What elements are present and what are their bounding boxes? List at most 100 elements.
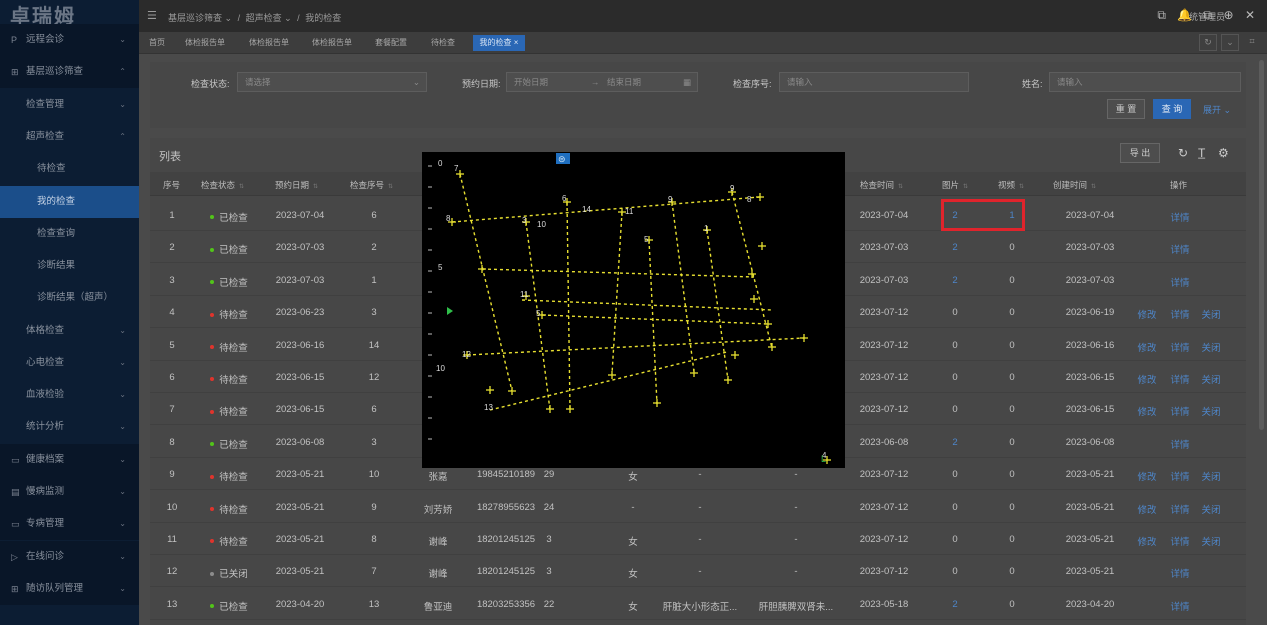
table-row[interactable]: 13 已检查 2023-04-20 13 鲁亚迪 18203253356 22 女肝脏大小形态…: [150, 587, 1246, 620]
sort-icon: ⇅: [1019, 184, 1025, 190]
tab-fullscreen-icon[interactable]: ⌗: [1243, 34, 1261, 51]
chevron-icon: ⌄: [119, 35, 126, 44]
refresh-tab-icon[interactable]: ↻: [1199, 34, 1217, 51]
screen-lock-icon[interactable]: ⧉: [1157, 8, 1166, 22]
tab-report-2[interactable]: 体检报告单: [244, 35, 294, 51]
sidebar-item[interactable]: 待检查: [0, 153, 139, 185]
query-button[interactable]: 查 询: [1153, 99, 1191, 119]
point-label: 10: [537, 220, 546, 229]
sidebar-item-label: 心电检查: [26, 357, 65, 368]
sidebar-item-label: 诊断结果（超声）: [37, 292, 114, 303]
table-row[interactable]: 10 待检查 2023-05-21 9 刘芳娇 18278955623 24- - -2023-…: [150, 490, 1246, 523]
sidebar-item-label: 体格检查: [26, 325, 65, 336]
sidebar-item-label: 血液检验: [26, 389, 65, 400]
close-link[interactable]: 关闭: [1156, 340, 1266, 354]
page-scrollbar[interactable]: [1259, 60, 1264, 430]
close-link[interactable]: 关闭: [1156, 469, 1266, 483]
sidebar-item[interactable]: 超声检查 ⌃: [0, 121, 139, 153]
col-status[interactable]: 检查状态 ⇅: [201, 179, 244, 191]
close-link[interactable]: 关闭: [1156, 307, 1266, 321]
close-link[interactable]: 关闭: [1156, 534, 1266, 548]
menu-toggle-icon[interactable]: ☰: [147, 9, 157, 22]
detail-link[interactable]: 详情: [1125, 242, 1235, 256]
nav-icon: ⊞: [11, 584, 19, 594]
sidebar-item-label: 待检查: [37, 163, 66, 174]
tab-package-config[interactable]: 套餐配置: [371, 35, 411, 51]
settings-gear-icon[interactable]: ⚙: [1218, 146, 1229, 160]
name-input[interactable]: 请输入: [1049, 72, 1241, 92]
status-dot: [210, 377, 215, 382]
col-images-label: 图片: [942, 180, 960, 190]
col-date[interactable]: 预约日期 ⇅: [275, 179, 318, 191]
status-text: 待检查: [219, 504, 248, 516]
detail-link[interactable]: 详情: [1125, 566, 1235, 580]
close-viewer-icon[interactable]: ✕: [1245, 8, 1255, 22]
close-link[interactable]: 关闭: [1156, 372, 1266, 386]
sidebar-item[interactable]: 检查管理 ⌄: [0, 89, 139, 121]
detail-link[interactable]: 详情: [1125, 599, 1235, 613]
grid-line: [521, 299, 773, 311]
table-row[interactable]: 12 已关闭 2023-05-21 7 谢峰 18201245125 3 女 - -2023-07…: [150, 555, 1246, 588]
status-text: 已检查: [219, 213, 248, 224]
status-dot: [210, 247, 215, 252]
sidebar-item[interactable]: P 远程会诊 ⌄: [0, 24, 139, 56]
cell-num: 2: [371, 242, 377, 254]
sidebar-item[interactable]: ⊞ 基层巡诊筛查 ⌃: [0, 56, 139, 88]
col-images[interactable]: 图片 ⇅: [942, 179, 968, 191]
sidebar-item-label: 慢病监测: [26, 486, 65, 497]
nav-icon: P: [11, 35, 18, 45]
status-text: 待检查: [219, 342, 248, 354]
tab-my-exams[interactable]: 我的检查 ×: [473, 35, 525, 51]
col-created[interactable]: 创建时间 ⇅: [1053, 179, 1096, 191]
col-num-label: 检查序号: [350, 180, 385, 190]
refresh-icon[interactable]: ↻: [1178, 146, 1188, 160]
point-label: 1: [704, 224, 709, 233]
sort-icon: ⇅: [239, 184, 245, 190]
point-label: 8: [747, 195, 752, 204]
tab-dropdown-icon[interactable]: ⌄: [1221, 34, 1239, 51]
col-date-label: 预约日期: [275, 180, 310, 190]
breadcrumb-item[interactable]: 基层巡诊筛查 ⌄: [168, 13, 232, 23]
sidebar-item-label: 检查查询: [37, 228, 76, 239]
tab-pending[interactable]: 待检查: [425, 35, 461, 51]
sidebar-item-label: 检查管理: [26, 99, 65, 110]
cell-num: 6: [371, 210, 377, 221]
expand-link[interactable]: 展开 ⌄: [1203, 103, 1231, 116]
point-label: 14: [582, 205, 591, 214]
cell-f1: -: [698, 469, 702, 481]
col-exam-time[interactable]: 检查时间 ⇅: [860, 179, 903, 191]
arrow-right-icon: →: [591, 77, 600, 87]
status-label: 检查状态:: [191, 79, 230, 89]
detail-link[interactable]: 详情: [1125, 437, 1235, 451]
tab-bar: 首页 体检报告单 体检报告单 体检报告单 套餐配置 待检查 我的检查 × ↻ ⌄…: [139, 32, 1267, 54]
sidebar-item-label: 专病管理: [26, 518, 65, 529]
tab-home[interactable]: 首页: [144, 35, 170, 51]
status-text: 待检查: [219, 407, 248, 419]
status-select[interactable]: 请选择 ⌄: [237, 72, 427, 92]
col-ops: 操作: [1170, 180, 1188, 190]
sort-icon: ⇅: [898, 184, 904, 190]
reset-button[interactable]: 重 置: [1107, 99, 1145, 119]
column-height-icon[interactable]: T̲: [1198, 146, 1205, 160]
tab-report-1[interactable]: 体检报告单: [180, 35, 230, 51]
tab-report-3[interactable]: 体检报告单: [307, 35, 357, 51]
grid-line: [648, 239, 658, 405]
nav-icon: ▭: [11, 519, 20, 529]
export-button[interactable]: 导 出: [1120, 143, 1160, 163]
zoom-icon[interactable]: ⊕: [1224, 8, 1234, 22]
detail-link[interactable]: 详情: [1125, 275, 1235, 289]
close-link[interactable]: 关闭: [1156, 404, 1266, 418]
date-range-picker[interactable]: 开始日期 → 结束日期 ▦: [506, 72, 698, 92]
detail-link[interactable]: 详情: [1125, 210, 1235, 224]
notification-bell-icon[interactable]: 🔔: [1177, 8, 1192, 22]
col-video[interactable]: 视频 ⇅: [998, 179, 1024, 191]
breadcrumb-item[interactable]: 超声检查 ⌄: [246, 13, 292, 23]
close-link[interactable]: 关闭: [1156, 502, 1266, 516]
col-seq: 序号: [163, 180, 181, 190]
status-dot: [210, 539, 215, 544]
chevron-down-icon: ⌄: [412, 77, 420, 87]
table-row[interactable]: 11 待检查 2023-05-21 8 谢峰 18201245125 3 女 - -2023-07…: [150, 523, 1246, 555]
col-num[interactable]: 检查序号 ⇅: [350, 179, 393, 191]
fullscreen-icon[interactable]: ⧉: [1204, 8, 1213, 22]
seq-input[interactable]: 请输入: [779, 72, 969, 92]
